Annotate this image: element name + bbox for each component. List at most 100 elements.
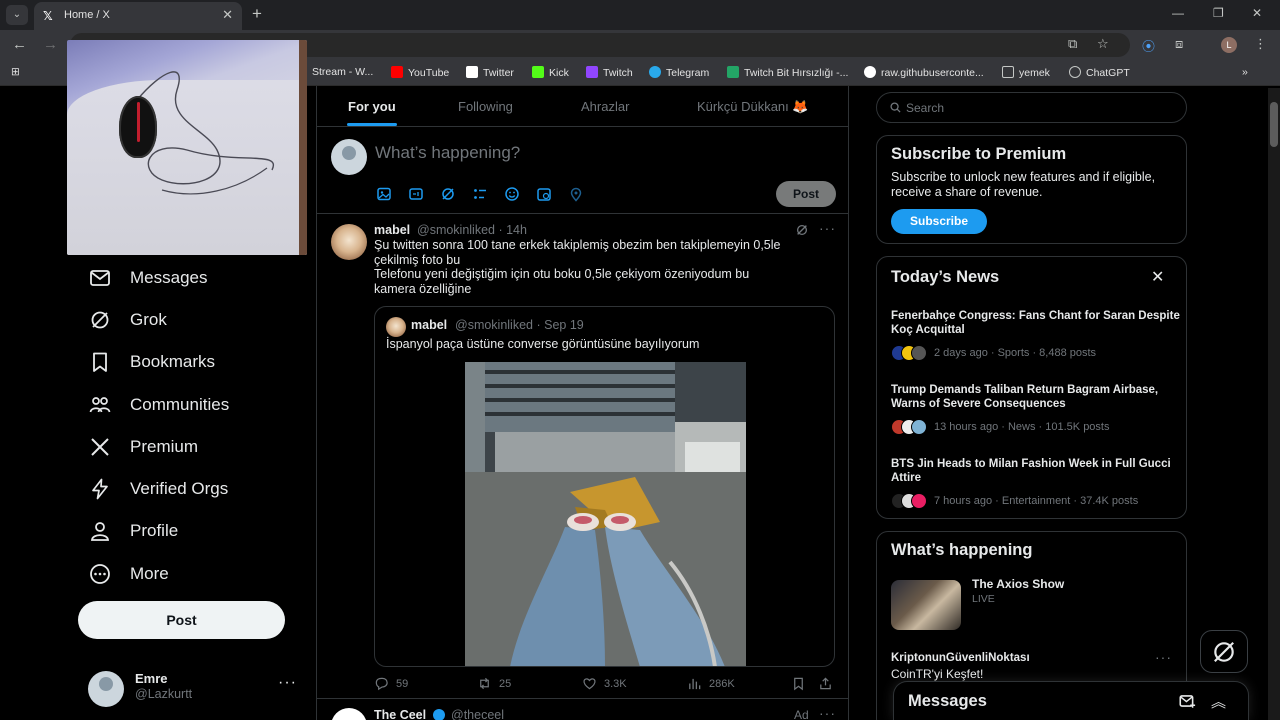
more-horizontal-icon[interactable]: ··· [819,705,836,720]
maximize-button[interactable]: ❐ [1213,6,1224,20]
location-icon[interactable] [567,185,585,203]
share-button[interactable] [818,676,833,691]
messages-drawer[interactable]: Messages ︽ [893,681,1249,720]
sidebar-item-communities[interactable]: Communities [88,390,229,420]
bookmark-twitch[interactable]: Twitch [586,66,633,79]
quoted-tweet[interactable]: mabel @smokinliked · Sep 19 İspanyol paç… [374,306,835,667]
search-input[interactable]: Search [876,92,1187,123]
news-meta: 13 hours ago · News · 101.5K posts [934,420,1110,433]
browser-menu-icon[interactable]: ⋮ [1254,36,1267,52]
forward-arrow-icon[interactable]: → [43,36,58,53]
tweet-author-name[interactable]: mabel [374,223,410,237]
tab-following[interactable]: Following [458,99,513,114]
expand-chevron-icon[interactable]: ︽ [1211,691,1226,712]
happening-item-title[interactable]: KriptonunGüvenliNoktası [891,652,1030,664]
live-thumbnail[interactable] [891,580,961,630]
compose-input[interactable]: What’s happening? [375,143,520,163]
page-scrollbar[interactable] [1268,88,1280,720]
repost-button[interactable]: 25 [477,676,511,691]
bookmark-folder-yemek[interactable]: yemek [1002,66,1050,79]
views-button[interactable]: 286K [687,676,735,691]
grok-icon[interactable] [439,185,457,203]
happening-item-title[interactable]: The Axios Show [972,577,1064,591]
avatar[interactable] [331,708,367,720]
news-item[interactable]: Fenerbahçe Congress: Fans Chant for Sara… [891,309,1181,361]
more-horizontal-icon[interactable]: ··· [1155,649,1172,665]
account-switcher[interactable]: Emre @Lazkurtt ··· [88,668,303,708]
reply-button[interactable]: 59 [374,676,408,691]
browser-tab[interactable]: 𝕏 Home / X ✕ [34,2,242,30]
bookmark-button[interactable] [791,676,806,691]
tab-kurkcu-dukkani[interactable]: Kürkçü Dükkanı 🦊 [697,99,809,115]
bookmark-telegram[interactable]: Telegram [649,66,709,79]
grok-floating-button[interactable] [1200,630,1248,673]
emoji-icon[interactable] [503,185,521,203]
subscribe-button[interactable]: Subscribe [891,209,987,234]
happening-item-subtitle: CoinTR'yi Keşfet! [891,667,984,681]
news-headline: BTS Jin Heads to Milan Fashion Week in F… [891,458,1171,485]
bookmark-twitch-bit[interactable]: Twitch Bit Hırsızlığı -... [727,66,848,79]
x-logo-icon [466,66,478,78]
like-button[interactable]: 3.3K [582,676,627,691]
mouse-cable [136,71,275,195]
tweet-time[interactable]: 14h [506,223,527,237]
news-item[interactable]: BTS Jin Heads to Milan Fashion Week in F… [891,457,1181,509]
sidebar-item-premium[interactable]: Premium [88,432,198,462]
tweet[interactable]: The Ceel @theceel Ad ··· [317,700,848,720]
tab-search-button[interactable]: ⌄ [6,5,28,25]
sidebar-item-verified-orgs[interactable]: Verified Orgs [88,474,228,504]
minimize-button[interactable]: — [1172,6,1184,20]
compose-post-button[interactable]: Post [776,181,836,207]
avatar[interactable] [331,224,367,260]
new-message-icon[interactable] [1178,692,1196,715]
tab-ahrazlar[interactable]: Ahrazlar [581,99,629,114]
poll-icon[interactable] [471,185,489,203]
like-count: 3.3K [604,677,627,690]
bookmark-chatgpt[interactable]: ChatGPT [1069,66,1130,79]
sidebar-item-profile[interactable]: Profile [88,516,178,546]
tweet-author-name[interactable]: The Ceel [374,708,426,720]
back-arrow-icon[interactable]: ← [12,36,27,53]
gif-icon[interactable] [407,185,425,203]
bookmark-kick[interactable]: Kick [532,66,569,79]
tweet[interactable]: mabel @smokinliked · 14h ··· Şu twitten … [317,214,848,699]
bookmarks-overflow-icon[interactable]: » [1242,66,1248,78]
close-icon[interactable]: ✕ [1151,267,1164,287]
schedule-icon[interactable] [535,185,553,203]
quote-photo[interactable] [465,362,746,666]
reply-count: 59 [396,677,409,690]
news-item[interactable]: Trump Demands Taliban Return Bagram Airb… [891,383,1181,435]
avatar-stack [891,492,927,509]
bookmark-stream[interactable]: Stream - W... [312,66,373,78]
new-tab-button[interactable]: + [252,4,262,24]
extension-signal-icon[interactable]: ⦿ [1142,36,1155,55]
sidebar-item-bookmarks[interactable]: Bookmarks [88,347,215,377]
extensions-icon[interactable]: ⧈ [1175,36,1183,52]
tab-for-you[interactable]: For you [348,99,396,114]
bookmark-youtube[interactable]: YouTube [391,66,449,79]
more-horizontal-icon[interactable]: ··· [278,674,297,692]
tweet-handle[interactable]: @smokinliked [417,223,495,237]
bookmark-github[interactable]: raw.githubuserconte... [864,66,984,79]
main-feed: For you Following Ahrazlar Kürkçü Dükkan… [316,86,849,720]
news-headline: Fenerbahçe Congress: Fans Chant for Sara… [891,310,1180,337]
sidebar-item-more[interactable]: More [88,559,169,589]
image-icon[interactable] [375,185,393,203]
tab-close-icon[interactable]: ✕ [222,7,233,23]
scrollbar-thumb[interactable] [1270,102,1278,147]
avatar [88,671,124,707]
lightning-icon [92,478,108,500]
install-app-icon[interactable]: ⧉ [1068,36,1077,52]
sidebar-item-grok[interactable]: Grok [88,305,167,335]
sidebar-item-messages[interactable]: Messages [88,263,207,293]
apps-grid-icon[interactable]: ⊞ [11,66,20,78]
post-button[interactable]: Post [78,601,285,639]
premium-title: Subscribe to Premium [891,145,1067,163]
bookmark-twitter[interactable]: Twitter [466,66,514,79]
profile-avatar[interactable]: L [1221,37,1237,53]
star-icon[interactable]: ☆ [1097,36,1109,52]
tweet-handle[interactable]: @theceel [451,708,504,720]
window-close-button[interactable]: ✕ [1252,6,1262,20]
communities-icon [89,397,111,413]
more-horizontal-icon[interactable]: ··· [819,220,836,236]
